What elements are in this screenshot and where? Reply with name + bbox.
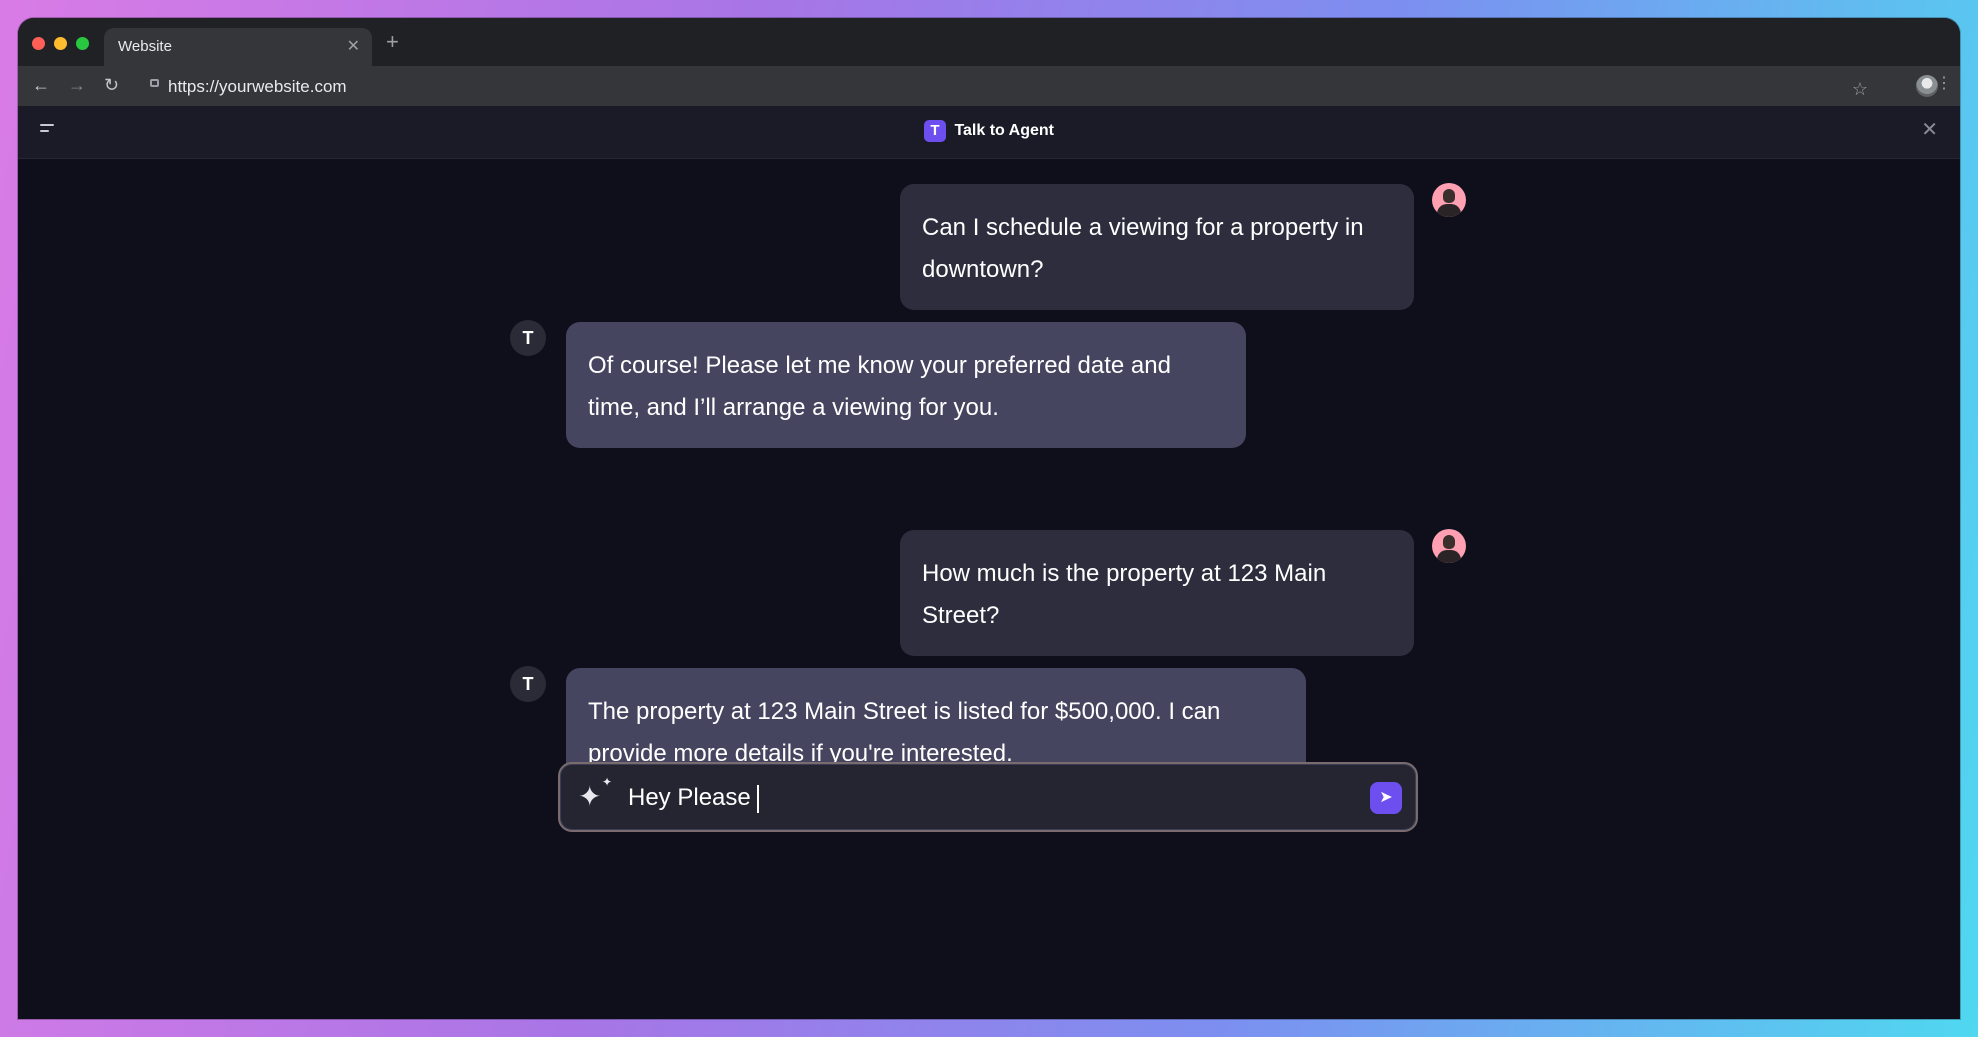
app-brand: T Talk to Agent [18, 120, 1960, 142]
sparkle-icon: ✦ [578, 781, 602, 812]
minimize-window-button[interactable] [54, 37, 67, 50]
composer-value: Hey Please [628, 784, 751, 811]
close-window-button[interactable] [32, 37, 45, 50]
profile-avatar[interactable] [1916, 75, 1938, 97]
browser-window: Website ✕ + ← → ↻ https://yourwebsite.co… [18, 18, 1960, 1019]
agent-message: Of course! Please let me know your prefe… [566, 322, 1246, 448]
browser-menu-icon[interactable]: ⋮ [1936, 74, 1952, 94]
agent-logo-icon: T [510, 320, 546, 356]
star-icon[interactable]: ☆ [1852, 79, 1868, 99]
browser-tab[interactable]: Website ✕ [104, 28, 372, 66]
sparkle-small-icon: ✦ [602, 775, 613, 789]
lock-icon [150, 79, 159, 87]
close-icon[interactable]: ✕ [1921, 119, 1938, 141]
avatar [1432, 183, 1466, 217]
message-input-text[interactable]: Hey Please [628, 782, 759, 814]
tab-title: Website [118, 38, 172, 55]
message-text: The property at 123 Main Street is liste… [588, 698, 1221, 767]
message-input[interactable]: ✦ ✦ Hey Please ➤ [558, 762, 1418, 832]
text-caret [756, 784, 759, 813]
user-message: How much is the property at 123 Main Str… [900, 530, 1414, 656]
app-header: T Talk to Agent ✕ [18, 106, 1960, 159]
chat-area: Can I schedule a viewing for a property … [18, 159, 1960, 1019]
new-tab-button[interactable]: + [386, 30, 399, 54]
avatar [1432, 529, 1466, 563]
message-text: How much is the property at 123 Main Str… [922, 560, 1327, 629]
maximize-window-button[interactable] [76, 37, 89, 50]
user-message: Can I schedule a viewing for a property … [900, 184, 1414, 310]
tab-strip: Website ✕ + [18, 18, 1960, 66]
agent-logo-icon: T [510, 666, 546, 702]
reload-icon[interactable]: ↻ [104, 74, 119, 96]
agent-logo-icon: T [923, 120, 946, 142]
tab-close-icon[interactable]: ✕ [347, 36, 360, 56]
message-text: Of course! Please let me know your prefe… [588, 352, 1171, 421]
back-icon[interactable]: ← [32, 74, 50, 96]
send-icon[interactable]: ➤ [1370, 782, 1402, 814]
url-text[interactable]: https://yourwebsite.com [168, 77, 347, 97]
message-text: Can I schedule a viewing for a property … [922, 214, 1364, 283]
app-title: Talk to Agent [954, 122, 1054, 139]
forward-icon[interactable]: → [68, 74, 86, 96]
browser-toolbar: ← → ↻ https://yourwebsite.com ☆ ⋮ [18, 66, 1960, 106]
address-bar[interactable]: https://yourwebsite.com ☆ [144, 71, 1920, 101]
